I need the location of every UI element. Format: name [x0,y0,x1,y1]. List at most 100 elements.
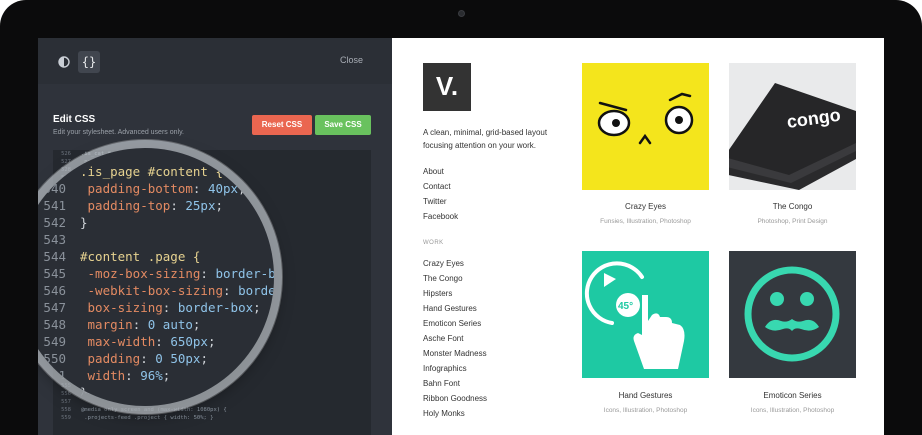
editor-title: Edit CSS [53,114,96,125]
project-tile-hand-gestures[interactable]: 45° [582,251,709,378]
work-link[interactable]: Ribbon Goodness [423,391,487,406]
camera-dot [458,10,465,17]
project-tags: Icons, Illustration, Photoshop [603,407,688,414]
work-link[interactable]: Emoticon Series [423,316,487,331]
theme-preview: V. A clean, minimal, grid-based layout f… [392,38,884,435]
nav-link-twitter[interactable]: Twitter [423,194,458,209]
project-tile-the-congo[interactable]: congo [729,63,856,190]
code-token: : [192,181,208,196]
line-number: 547 [43,300,66,315]
code-token: : [200,266,216,281]
magnified-code-line: 541 padding-top: 25px; [38,197,223,214]
code-token: padding [80,351,141,366]
code-token: .is_page #content { [80,164,223,179]
line-number: 552 [43,385,66,400]
code-text: .projects-feed .project { width: 50%; } [81,415,214,421]
code-token: max-width [80,334,156,349]
editor-toolbar: {} Close [38,38,392,84]
reset-css-button[interactable]: Reset CSS [252,115,312,135]
code-token: #content .page { [80,249,201,264]
project-title[interactable]: The Congo [729,202,856,211]
nav-link-about[interactable]: About [423,164,458,179]
site-logo[interactable]: V. [423,63,471,111]
project-title[interactable]: Crazy Eyes [582,202,709,211]
work-link[interactable]: Monster Madness [423,346,487,361]
line-number: 559 [61,415,71,421]
code-token: : [140,351,156,366]
code-token: -webkit-box-sizing [80,283,223,298]
close-button[interactable]: Close [340,55,363,65]
code-line: 559 .projects-feed .project { width: 50%… [53,414,371,422]
project-title[interactable]: Emoticon Series [729,391,856,400]
code-token: 0 50px [155,351,201,366]
work-link[interactable]: Asche Font [423,331,487,346]
magnified-code-line: 548 margin: 0 auto; [38,316,200,333]
line-number: 544 [43,249,66,264]
magnified-code-line: 544 #content .page { [38,248,200,265]
project-tags: Icons, Illustration, Photoshop [750,407,835,414]
code-token: padding-top [80,198,171,213]
code-token: 25px [185,198,216,213]
work-link[interactable]: Crazy Eyes [423,256,487,271]
line-number: 541 [43,198,66,213]
code-token: ; [200,351,208,366]
code-token: : [162,300,178,315]
work-link[interactable]: Hand Gestures [423,301,487,316]
nav-link-contact[interactable]: Contact [423,179,458,194]
code-token: : [155,334,171,349]
editor-subtitle: Edit your stylesheet. Advanced users onl… [53,129,184,136]
code-token: border-box; [238,283,274,298]
code-token: -moz-box-sizing [80,266,201,281]
magnified-code-line: .is_page #content { [38,163,223,180]
magnified-code-line: 543 [38,231,80,248]
line-number: 542 [43,215,66,230]
line-number: 558 [61,407,71,413]
code-token: border-box [177,300,254,315]
line-number: 551 [43,368,66,383]
nav-link-facebook[interactable]: Facebook [423,209,458,224]
save-css-button[interactable]: Save CSS [315,115,371,135]
work-link[interactable]: Bahn Font [423,376,487,391]
crazy-eyes-illustration [597,92,694,145]
magnified-code-line: 542} [38,214,88,231]
work-link[interactable]: Holy Monks [423,406,487,421]
code-token: : [223,283,239,298]
code-token: ; [253,300,261,315]
magnified-code-line: 550 padding: 0 50px; [38,350,208,367]
magnified-code-line: 551 width: 96%; [38,367,170,384]
screen: {} Close Edit CSS Edit your stylesheet. … [38,38,884,435]
project-tile-emoticon-series[interactable] [729,251,856,378]
work-link[interactable]: The Congo [423,271,487,286]
project-tile-crazy-eyes[interactable] [582,63,709,190]
code-token: : [170,198,186,213]
rotation-badge-text: 45° [618,301,633,312]
line-number: 540 [43,181,66,196]
code-line: 557 [53,398,371,406]
work-link[interactable]: Infographics [423,361,487,376]
magnified-code-line: 539 [38,148,80,163]
code-text: @media only screen and (max-width: 1080p… [81,407,227,413]
line-number: 543 [43,232,66,247]
work-heading: WORK [423,240,444,246]
work-list: Crazy Eyes The Congo Hipsters Hand Gestures… [423,256,487,421]
code-token: 0 auto [147,317,193,332]
line-number: 546 [43,283,66,298]
magnified-code-line: 552} [38,384,87,401]
contrast-icon[interactable] [54,52,74,72]
line-number: 545 [43,266,66,281]
project-title[interactable]: Hand Gestures [582,391,709,400]
code-token: width [80,368,126,383]
code-token: 40px [207,181,239,196]
code-token: } [80,215,88,230]
line-number: 549 [43,334,66,349]
line-number: 539 [43,148,66,162]
css-editor-panel: {} Close Edit CSS Edit your stylesheet. … [38,38,392,435]
work-link[interactable]: Hipsters [423,286,487,301]
magnified-code-line: 547 box-sizing: border-box; [38,299,261,316]
magnified-code-line: 549 max-width: 650px; [38,333,215,350]
project-tags: Funsies, Illustration, Photoshop [600,218,691,225]
mustache-face-illustration [744,266,840,362]
code-token: margin [80,317,133,332]
code-token: ; [215,198,224,213]
code-braces-button[interactable]: {} [78,51,100,73]
